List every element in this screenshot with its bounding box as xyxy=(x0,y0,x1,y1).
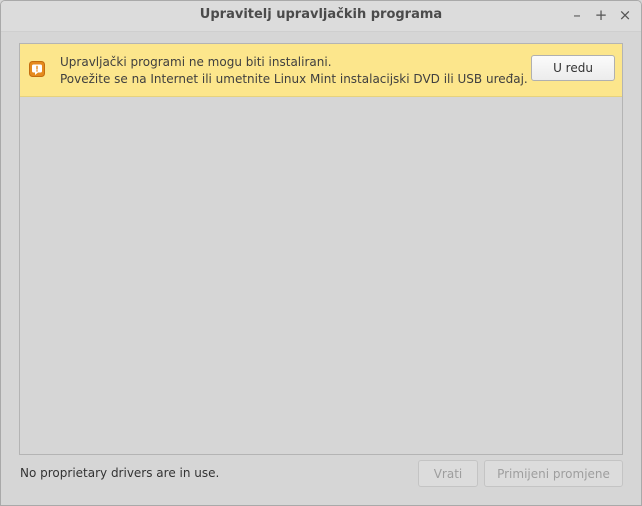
warning-icon xyxy=(29,61,45,77)
infobar-message-line-1: Upravljački programi ne mogu biti instal… xyxy=(60,55,332,69)
driver-manager-window: Upravitelj upravljačkih programa – + × U… xyxy=(0,0,642,506)
maximize-icon[interactable]: + xyxy=(592,5,610,25)
window-title: Upravitelj upravljačkih programa xyxy=(199,7,443,22)
revert-button[interactable]: Vrati xyxy=(418,460,478,487)
apply-changes-button[interactable]: Primijeni promjene xyxy=(484,460,623,487)
minimize-icon[interactable]: – xyxy=(568,5,586,25)
infobar-message-line-2: Povežite se na Internet ili umetnite Lin… xyxy=(60,72,528,86)
close-icon[interactable]: × xyxy=(616,5,634,25)
ok-button[interactable]: U redu xyxy=(531,55,615,81)
drivers-list-panel: Upravljački programi ne mogu biti instal… xyxy=(19,43,623,455)
title-bar[interactable]: Upravitelj upravljačkih programa – + × xyxy=(1,1,641,32)
driver-status-text: No proprietary drivers are in use. xyxy=(20,466,220,480)
warning-infobar: Upravljački programi ne mogu biti instal… xyxy=(20,44,622,97)
